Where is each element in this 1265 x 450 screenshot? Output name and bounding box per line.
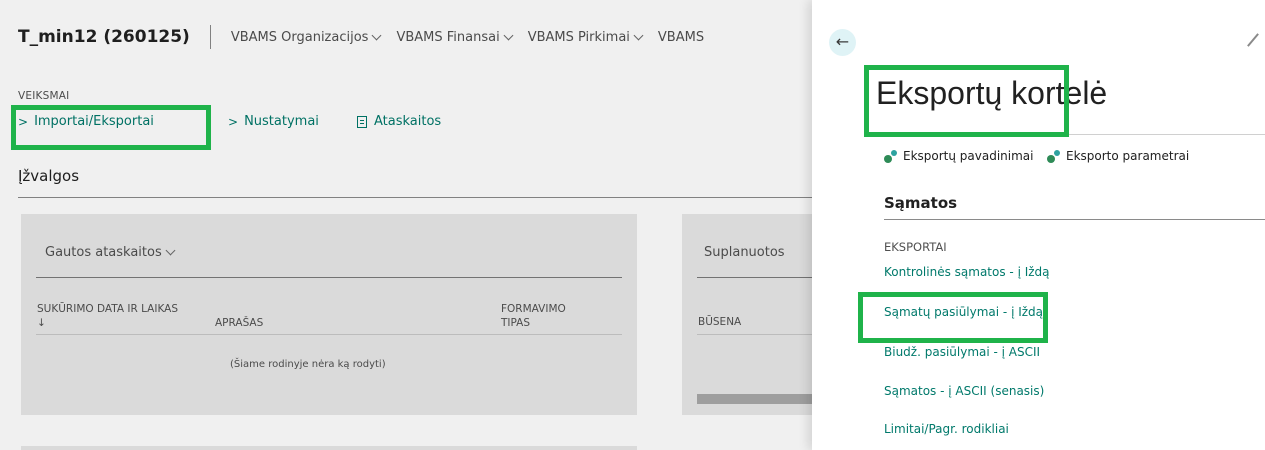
received-reports-card: Gautos ataskaitos SUKŪRIMO DATA IR LAIKA… [21,214,637,415]
table-header-divider [697,334,812,335]
imports-exports-action[interactable]: > Importai/Eksportai [18,114,228,129]
settings-action[interactable]: > Nustatymai [228,114,357,129]
export-item-limits[interactable]: Limitai/Pagr. rodikliai [884,422,1009,436]
reports-action[interactable]: Ataskaitos [357,114,441,129]
nav-divider [209,25,211,49]
scheduled-card: Suplanuotos BŪSENA [682,214,812,415]
report-icon [357,115,367,128]
export-card-panel: ← Eksportų kortelė Eksportų pavadinimai … [812,0,1265,450]
export-parameters-link[interactable]: Eksporto parametrai [1047,149,1189,163]
nav-item-pirkimai[interactable]: VBAMS Pirkimai [528,30,644,45]
empty-state-text: (Šiame rodinyje nėra ką rodyti) [230,359,386,370]
chevron-down-icon [372,30,382,40]
received-reports-title[interactable]: Gautos ataskaitos [45,245,176,260]
insights-divider [18,197,812,198]
section-title: Sąmatos [884,194,958,212]
column-header-status[interactable]: BŪSENA [698,316,741,328]
company-name[interactable]: T_min12 (260125) [18,27,190,47]
column-header-description[interactable]: APRAŠAS [215,316,263,330]
edit-icon[interactable] [1247,33,1259,47]
next-card [21,446,637,450]
card-divider [697,277,812,278]
actions-group-label: VEIKSMAI [18,90,70,102]
nav-item-finansai[interactable]: VBAMS Finansai [396,30,514,45]
back-button[interactable]: ← [829,29,856,56]
chevron-right-icon: > [18,114,29,129]
card-divider [36,277,622,278]
export-item-estimate-proposals[interactable]: Sąmatų pasiūlymai - į Iždą [884,305,1043,319]
chevron-down-icon [165,245,176,256]
title-divider [876,134,1265,135]
gears-icon [884,149,897,163]
export-names-link[interactable]: Eksportų pavadinimai [884,149,1047,163]
actions-bar: > Importai/Eksportai > Nustatymai Ataskait… [18,114,441,129]
column-header-created[interactable]: SUKŪRIMO DATA IR LAIKAS ↓ [37,302,187,330]
page-title: Eksportų kortelė [876,75,1108,111]
arrow-left-icon: ← [835,32,850,51]
exports-group-label: EKSPORTAI [884,240,947,254]
nav-item-more[interactable]: VBAMS [658,30,704,45]
export-item-budget-proposals[interactable]: Biudž. pasiūlymai - į ASCII [884,345,1040,359]
insights-title: Įžvalgos [18,167,80,185]
nav-item-organizacijos[interactable]: VBAMS Organizacijos [231,30,382,45]
gears-icon [1047,149,1060,163]
column-header-type[interactable]: FORMAVIMO TIPAS [501,302,591,330]
chevron-down-icon [633,30,644,40]
chevron-right-icon: > [228,114,239,129]
export-item-estimates-ascii[interactable]: Sąmatos - į ASCII (senasis) [884,384,1044,398]
chevron-down-icon [503,30,514,40]
top-navigation: T_min12 (260125) VBAMS Organizacijos VBA… [18,24,720,50]
scheduled-title[interactable]: Suplanuotos [704,245,785,260]
role-center: T_min12 (260125) VBAMS Organizacijos VBA… [0,0,812,450]
section-divider [884,219,1265,220]
panel-action-links: Eksportų pavadinimai Eksporto parametrai [884,149,1189,163]
export-item-control-estimates[interactable]: Kontrolinės sąmatos - į Iždą [884,265,1050,279]
table-header-divider [36,334,622,335]
horizontal-scrollbar[interactable] [697,394,812,404]
